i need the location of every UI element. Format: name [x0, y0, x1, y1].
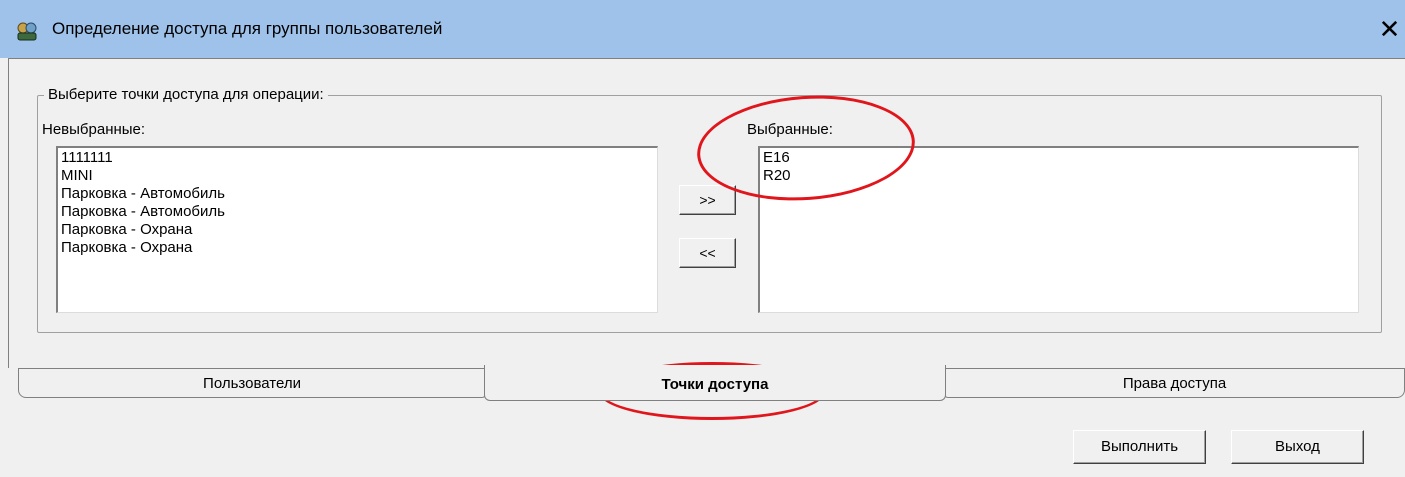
execute-button[interactable]: Выполнить: [1073, 430, 1206, 464]
window-title: Определение доступа для группы пользоват…: [52, 19, 443, 38]
remove-button[interactable]: <<: [679, 238, 736, 268]
list-item[interactable]: 1111111: [61, 149, 657, 167]
list-item[interactable]: Парковка - Охрана: [61, 239, 657, 257]
unselected-label: Невыбранные:: [42, 121, 146, 138]
users-group-icon: [17, 22, 37, 41]
selected-listbox[interactable]: E16 R20: [758, 146, 1359, 313]
list-item[interactable]: E16: [763, 149, 1358, 167]
list-item[interactable]: Парковка - Охрана: [61, 221, 657, 239]
list-item[interactable]: Парковка - Автомобиль: [61, 203, 657, 221]
tab-access-rights[interactable]: Права доступа: [944, 368, 1405, 398]
exit-button[interactable]: Выход: [1231, 430, 1364, 464]
groupbox-legend: Выберите точки доступа для операции:: [44, 86, 328, 103]
close-button[interactable]: ✕: [1374, 14, 1405, 46]
list-item[interactable]: R20: [763, 167, 1358, 185]
selected-label: Выбранные:: [747, 121, 833, 138]
list-item[interactable]: MINI: [61, 167, 657, 185]
tab-users[interactable]: Пользователи: [18, 368, 486, 398]
list-item[interactable]: Парковка - Автомобиль: [61, 185, 657, 203]
tab-access-points[interactable]: Точки доступа: [484, 365, 946, 401]
add-button[interactable]: >>: [679, 185, 736, 215]
unselected-listbox[interactable]: 1111111 MINI Парковка - Автомобиль Парко…: [56, 146, 658, 313]
